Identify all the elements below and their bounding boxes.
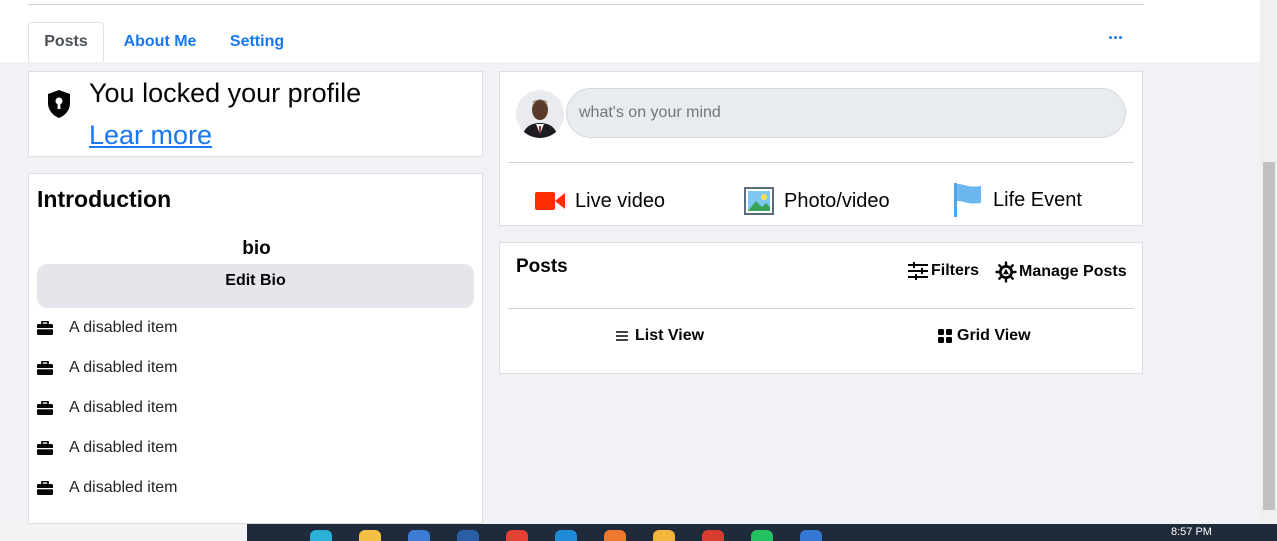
shield-lock-icon <box>48 90 70 118</box>
taskbar-search-area[interactable] <box>0 524 247 541</box>
introduction-title: Introduction <box>37 186 172 212</box>
list-item-label: A disabled item <box>69 359 178 376</box>
profile-tab-bar: Posts About Me Setting ··· <box>0 0 1260 62</box>
gear-icon <box>995 261 1017 283</box>
life-event-button[interactable]: Life Event <box>953 180 1082 220</box>
folder-icon[interactable] <box>359 530 381 541</box>
tab-setting[interactable]: Setting <box>218 22 296 62</box>
tab-posts[interactable]: Posts <box>28 22 104 62</box>
photo-icon <box>744 187 774 215</box>
posts-panel-title: Posts <box>516 256 568 277</box>
introduction-card: Introduction bio Edit Bio A disabled ite… <box>28 173 483 524</box>
list-item: A disabled item <box>37 477 178 499</box>
briefcase-icon <box>37 321 53 335</box>
whats-on-your-mind-input[interactable] <box>566 88 1126 138</box>
posts-panel: Posts Filters Manage Posts List View Gri… <box>499 242 1143 374</box>
manage-posts-button[interactable]: Manage Posts <box>995 261 1127 283</box>
briefcase-icon <box>37 441 53 455</box>
life-event-label: Life Event <box>993 188 1082 211</box>
list-view-label: List View <box>635 327 705 344</box>
manage-posts-label: Manage Posts <box>1019 263 1127 280</box>
edit-bio-button[interactable]: Edit Bio <box>37 264 474 308</box>
more-options-button[interactable]: ··· <box>1108 28 1124 49</box>
locked-profile-card: You locked your profile Lear more <box>28 71 483 157</box>
edge-icon[interactable] <box>310 530 332 541</box>
list-icon <box>616 331 628 341</box>
divider <box>508 308 1134 309</box>
app-icon[interactable] <box>653 530 675 541</box>
avatar[interactable] <box>516 90 564 138</box>
post-composer-card: Live video Photo/video Life Event <box>499 71 1143 226</box>
photo-video-label: Photo/video <box>784 189 890 212</box>
scrollbar-thumb[interactable] <box>1263 162 1275 510</box>
photo-video-button[interactable]: Photo/video <box>744 184 890 218</box>
whatsapp-icon[interactable] <box>751 530 773 541</box>
app-icon[interactable] <box>506 530 528 541</box>
divider <box>28 4 1144 5</box>
locked-profile-title: You locked your profile <box>89 78 362 108</box>
live-video-button[interactable]: Live video <box>535 184 665 218</box>
sliders-icon <box>908 262 928 280</box>
live-video-label: Live video <box>575 189 666 212</box>
list-view-button[interactable]: List View <box>616 327 704 345</box>
briefcase-icon <box>37 481 53 495</box>
store-icon[interactable] <box>408 530 430 541</box>
list-item-label: A disabled item <box>69 439 178 456</box>
flag-icon <box>954 183 981 217</box>
briefcase-icon <box>37 401 53 415</box>
list-item-label: A disabled item <box>69 399 178 416</box>
bio-text: bio <box>242 238 271 259</box>
grid-icon <box>938 329 952 343</box>
tab-about-me[interactable]: About Me <box>112 22 208 62</box>
mail-icon[interactable] <box>457 530 479 541</box>
list-item-label: A disabled item <box>69 319 178 336</box>
app-icon[interactable] <box>604 530 626 541</box>
grid-view-button[interactable]: Grid View <box>938 327 1031 345</box>
grid-view-label: Grid View <box>957 327 1031 344</box>
vscode-icon[interactable] <box>555 530 577 541</box>
briefcase-icon <box>37 361 53 375</box>
os-taskbar: 8:57 PM <box>0 524 1277 541</box>
list-item-label: A disabled item <box>69 479 178 496</box>
taskbar-clock[interactable]: 8:57 PM <box>1171 526 1212 538</box>
list-item: A disabled item <box>37 317 178 339</box>
list-item: A disabled item <box>37 357 178 379</box>
learn-more-link[interactable]: Lear more <box>89 120 212 151</box>
app-icon[interactable] <box>800 530 822 541</box>
list-item: A disabled item <box>37 397 178 419</box>
chrome-icon[interactable] <box>702 530 724 541</box>
list-item: A disabled item <box>37 437 178 459</box>
filters-button[interactable]: Filters <box>907 261 979 281</box>
divider <box>508 162 1134 163</box>
filters-label: Filters <box>931 262 980 279</box>
video-camera-icon <box>535 192 565 210</box>
